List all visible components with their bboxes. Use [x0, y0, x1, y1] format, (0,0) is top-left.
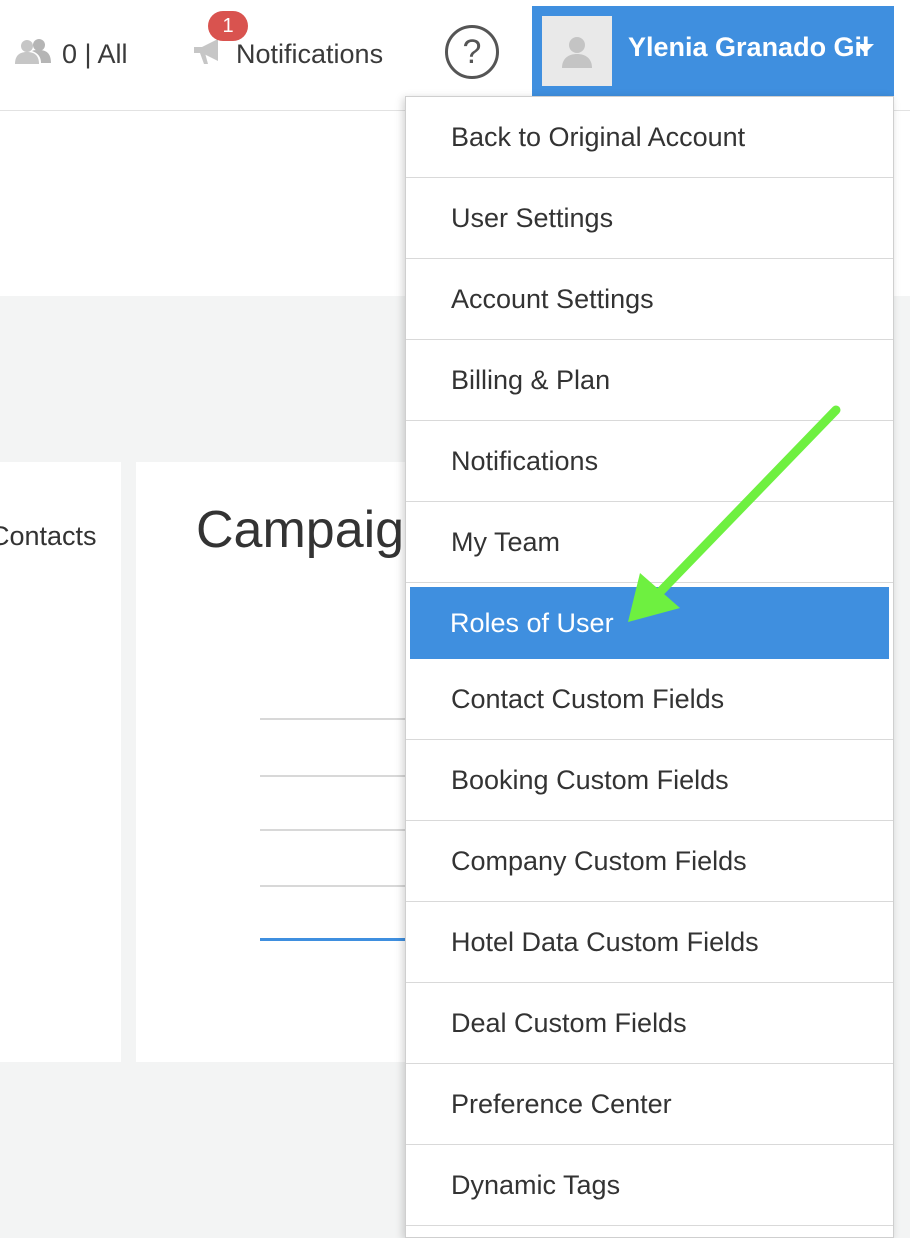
top-bar: 0 | All Notifications 1 ? Ylenia Granado… [0, 0, 910, 111]
notifications-label: Notifications [236, 38, 384, 69]
campaign-divider [260, 829, 420, 831]
notifications-badge: 1 [208, 11, 248, 41]
campaign-divider [260, 718, 420, 720]
help-icon[interactable]: ? [445, 25, 499, 79]
campaign-progress-line [260, 938, 420, 941]
menu-item-roles-of-user[interactable]: Roles of User [410, 587, 889, 659]
menu-item-my-team[interactable]: My Team [406, 502, 893, 583]
user-menu-button[interactable]: Ylenia Granado Gil [532, 6, 894, 96]
campaign-card-title: Campaign [196, 501, 434, 559]
menu-item-notifications[interactable]: Notifications [406, 421, 893, 502]
menu-item-hotel-data-custom-fields[interactable]: Hotel Data Custom Fields [406, 902, 893, 983]
menu-item-dynamic-tags[interactable]: Dynamic Tags [406, 1145, 893, 1226]
campaign-divider [260, 885, 420, 887]
menu-item-company-custom-fields[interactable]: Company Custom Fields [406, 821, 893, 902]
users-filter[interactable]: 0 | All [14, 36, 128, 72]
notifications-link[interactable]: Notifications [192, 36, 383, 72]
menu-item-account-settings[interactable]: Account Settings [406, 259, 893, 340]
menu-item-deal-custom-fields[interactable]: Deal Custom Fields [406, 983, 893, 1064]
user-name: Ylenia Granado Gil [628, 32, 870, 62]
menu-item-back-to-original-account[interactable]: Back to Original Account [406, 97, 893, 178]
contacts-card-title: Contacts [0, 521, 97, 551]
menu-item-contact-custom-fields[interactable]: Contact Custom Fields [406, 659, 893, 740]
avatar-icon [542, 16, 612, 86]
users-count: 0 | All [62, 38, 128, 69]
chevron-down-icon [856, 44, 874, 53]
contacts-card [0, 462, 121, 1062]
menu-item-preference-center[interactable]: Preference Center [406, 1064, 893, 1145]
menu-item-user-settings[interactable]: User Settings [406, 178, 893, 259]
megaphone-icon [192, 37, 222, 72]
users-icon [14, 38, 52, 71]
user-dropdown-menu: Back to Original Account User Settings A… [405, 96, 894, 1238]
menu-item-billing-plan[interactable]: Billing & Plan [406, 340, 893, 421]
campaign-divider [260, 775, 420, 777]
menu-item-booking-custom-fields[interactable]: Booking Custom Fields [406, 740, 893, 821]
